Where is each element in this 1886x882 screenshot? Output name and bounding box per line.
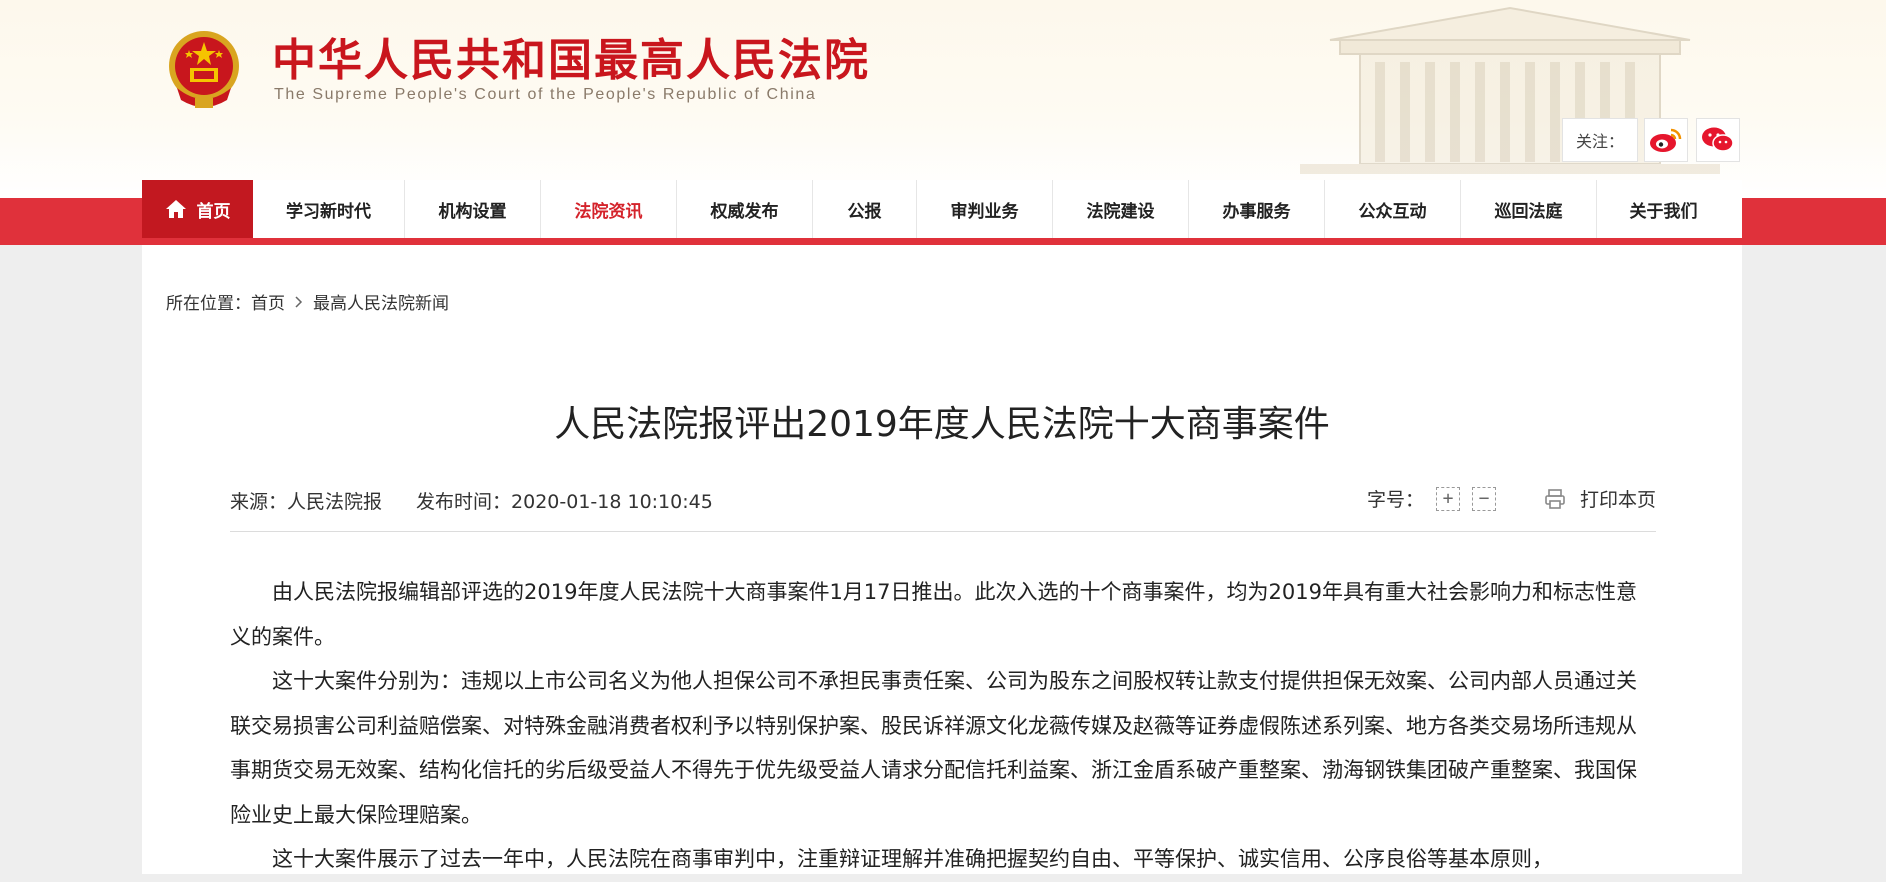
nav-item-court-news[interactable]: 法院资讯 — [541, 180, 677, 238]
nav-item-study[interactable]: 学习新时代 — [253, 180, 405, 238]
follow-label: 关注： — [1562, 118, 1638, 162]
site-header: 中华人民共和国最高人民法院 The Supreme People's Court… — [0, 0, 1886, 198]
nav-item-label: 首页 — [196, 201, 231, 222]
nav-item-circuit-courts[interactable]: 巡回法庭 — [1461, 180, 1597, 238]
home-icon — [165, 199, 187, 219]
wechat-icon — [1702, 127, 1734, 152]
article-meta: 来源：人民法院报 发布时间：2020-01-18 10:10:45 字号： + −… — [230, 485, 1656, 532]
main-nav: 首页 学习新时代 机构设置 法院资讯 权威发布 公报 审判业务 法院建设 办事服… — [142, 180, 1742, 242]
breadcrumb-label: 所在位置： — [166, 294, 251, 314]
site-title: 中华人民共和国最高人民法院 — [272, 35, 870, 86]
nav-item-label: 办事服务 — [1222, 201, 1291, 222]
nav-item-label: 审判业务 — [950, 201, 1019, 222]
font-size-label: 字号： — [1366, 489, 1424, 511]
font-increase-button[interactable]: + — [1435, 486, 1460, 511]
nav-item-construction[interactable]: 法院建设 — [1053, 180, 1189, 238]
article-title: 人民法院报评出2019年度人民法院十大商事案件 — [554, 404, 1330, 445]
nav-item-label: 公报 — [847, 201, 882, 222]
nav-item-services[interactable]: 办事服务 — [1189, 180, 1325, 238]
wechat-button[interactable] — [1696, 118, 1740, 162]
breadcrumb-link-news[interactable]: 最高人民法院新闻 — [313, 289, 449, 314]
article-body: 由人民法院报编辑部评选的2019年度人民法院十大商事案件1月17日推出。此次入选… — [230, 570, 1656, 882]
font-decrease-button[interactable]: − — [1471, 486, 1496, 511]
nav-bottom-bar — [142, 238, 1742, 244]
breadcrumb-link-home[interactable]: 首页 — [251, 289, 285, 314]
breadcrumb: 所在位置： 首页 最高人民法院新闻 — [166, 289, 449, 314]
nav-item-releases[interactable]: 权威发布 — [677, 180, 813, 238]
nav-item-label: 巡回法庭 — [1494, 201, 1563, 222]
article-published-time: 发布时间：2020-01-18 10:10:45 — [416, 491, 713, 513]
nav-item-label: 关于我们 — [1629, 201, 1698, 222]
nav-item-label: 法院建设 — [1086, 201, 1155, 222]
article-paragraph: 这十大案件分别为：违规以上市公司名义为他人担保公司不承担民事责任案、公司为股东之… — [230, 669, 1637, 827]
weibo-button[interactable] — [1644, 118, 1688, 162]
nav-item-organization[interactable]: 机构设置 — [405, 180, 541, 238]
article-source: 来源：人民法院报 — [230, 491, 383, 513]
nav-item-label: 机构设置 — [438, 201, 507, 222]
content-panel: 所在位置： 首页 最高人民法院新闻 人民法院报评出2019年度人民法院十大商事案… — [142, 245, 1742, 874]
nav-item-gazette[interactable]: 公报 — [813, 180, 917, 238]
nav-item-label: 法院资讯 — [574, 201, 643, 222]
chevron-right-icon — [295, 295, 303, 308]
print-page-link[interactable]: 打印本页 — [1580, 485, 1656, 512]
article-paragraph: 由人民法院报编辑部评选的2019年度人民法院十大商事案件1月17日推出。此次入选… — [230, 580, 1637, 649]
printer-icon[interactable] — [1544, 488, 1566, 510]
nav-item-trial[interactable]: 审判业务 — [917, 180, 1053, 238]
site-subtitle: The Supreme People's Court of the People… — [274, 86, 817, 103]
article-paragraph: 这十大案件展示了过去一年中，人民法院在商事审判中，注重辩证理解并准确把握契约自由… — [272, 847, 1553, 871]
nav-item-interaction[interactable]: 公众互动 — [1325, 180, 1461, 238]
nav-item-label: 权威发布 — [710, 201, 779, 222]
national-emblem-icon — [169, 31, 239, 108]
nav-item-about[interactable]: 关于我们 — [1597, 180, 1730, 238]
weibo-icon — [1650, 128, 1682, 152]
nav-item-label: 学习新时代 — [286, 201, 371, 222]
nav-item-label: 公众互动 — [1358, 201, 1427, 222]
nav-item-home[interactable]: 首页 — [142, 180, 253, 238]
